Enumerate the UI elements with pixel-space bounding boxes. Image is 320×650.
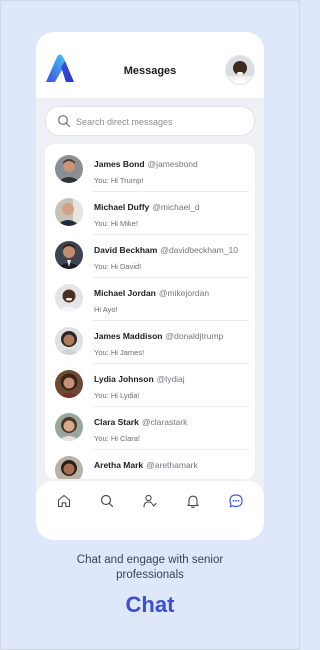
contact-name: James Maddison: [94, 331, 163, 341]
contact-handle: @jamesbond: [147, 159, 198, 169]
contact-name: David Beckham: [94, 245, 158, 255]
conversation-row[interactable]: David Beckham @davidbeckham_10 You: Hi Da…: [45, 235, 255, 278]
conversation-row[interactable]: Michael Duffy @michael_d You: Hi Mike!: [45, 192, 255, 235]
contact-handle: @lydiaj: [156, 374, 185, 384]
conversation-row[interactable]: James Bond @jamesbond You: Hi Trump!: [45, 149, 255, 192]
contact-handle: @michael_d: [152, 202, 200, 212]
contact-name: Clara Stark: [94, 417, 139, 427]
caption-line: professionals: [116, 569, 184, 581]
avatar: [55, 284, 83, 312]
promo-headline: Chat: [125, 592, 175, 617]
conversation-row[interactable]: Clara Stark @clarastark You: Hi Clara!: [45, 407, 255, 450]
contact-name: Lydia Johnson: [94, 374, 154, 384]
conversation-row[interactable]: Lydia Johnson @lydiaj You: Hi Lydia!: [45, 364, 255, 407]
contact-handle: @davidbeckham_10: [160, 245, 238, 255]
phone-screen: Messages James Bond@jamesbond You: Hi Tr…: [36, 32, 264, 540]
people-icon[interactable]: [142, 493, 158, 509]
contact-name: James Bond: [94, 159, 145, 169]
message-preview: You: Hi Mike!: [94, 219, 138, 228]
search-icon[interactable]: [99, 493, 115, 509]
message-preview: You: Hi Trump!: [94, 176, 144, 185]
search-icon: [58, 115, 71, 128]
conversation-row[interactable]: Aretha Mark @arethamark: [45, 450, 255, 479]
contact-handle: @arethamark: [146, 460, 198, 470]
avatar: [55, 327, 83, 355]
search-input[interactable]: [74, 113, 248, 131]
bottom-tab-bar: [36, 481, 264, 540]
chat-icon[interactable]: [228, 493, 244, 509]
conversation-list: James Bond @jamesbond You: Hi Trump! Mich…: [45, 144, 255, 479]
avatar: [55, 413, 83, 441]
bell-icon[interactable]: [185, 493, 201, 509]
conversation-row[interactable]: James Maddison @donaldjtrump You: Hi Jame…: [45, 321, 255, 364]
contact-name: Michael Jordan: [94, 288, 156, 298]
contact-handle: @mikejordan: [158, 288, 210, 298]
contact-handle: @donaldjtrump: [165, 331, 224, 341]
conversation-row[interactable]: Michael Jordan @mikejordan Hi Ayo!: [45, 278, 255, 321]
avatar: [55, 198, 83, 226]
app-header: Messages: [36, 32, 264, 98]
contact-handle: @clarastark: [141, 417, 188, 427]
profile-avatar[interactable]: [226, 56, 254, 84]
contact-name: Aretha Mark: [94, 460, 144, 470]
caption-line: Chat and engage with senior: [76, 554, 224, 566]
avatar: [55, 241, 83, 269]
avatar: [55, 370, 83, 398]
avatar: [55, 155, 83, 183]
message-preview: You: Hi Lydia!: [94, 391, 140, 400]
message-preview: You: Hi David!: [94, 262, 142, 271]
promo-caption: Chat and engage with senior professional…: [0, 553, 300, 583]
home-icon[interactable]: [56, 493, 72, 509]
message-preview: Hi Ayo!: [94, 305, 118, 314]
search-bar[interactable]: [45, 106, 255, 136]
contact-name: Michael Duffy: [94, 202, 150, 212]
message-preview: You: Hi James!: [94, 348, 145, 357]
avatar: [55, 456, 83, 479]
message-preview: You: Hi Clara!: [94, 434, 140, 443]
